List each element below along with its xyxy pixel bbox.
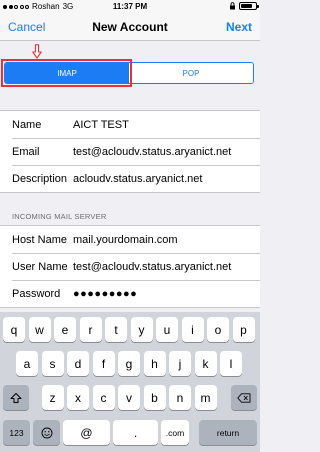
password-row[interactable]: Password ●●●●●●●●●	[0, 280, 260, 307]
key-l[interactable]: l	[220, 351, 242, 376]
key-v[interactable]: v	[118, 385, 140, 410]
emoji-icon	[41, 427, 52, 438]
key-p[interactable]: p	[232, 317, 255, 342]
user-name-field[interactable]: test@acloudv.status.aryanict.net	[73, 261, 231, 273]
key-h[interactable]: h	[143, 351, 166, 376]
host-name-field[interactable]: mail.yourdomain.com	[73, 234, 178, 246]
email-label: Email	[12, 145, 40, 158]
status-time: 11:37 PM	[112, 2, 148, 11]
password-label: Password	[12, 287, 61, 300]
period-key[interactable]: .	[113, 420, 158, 445]
delete-key[interactable]	[231, 385, 257, 410]
description-label: Description	[12, 172, 68, 185]
key-j[interactable]: j	[169, 351, 191, 376]
key-d[interactable]: d	[67, 351, 89, 376]
navigation-bar: Cancel New Account Next	[0, 13, 260, 41]
key-q[interactable]: q	[3, 317, 25, 342]
annotation-highlight-box	[1, 59, 132, 87]
emoji-key[interactable]	[33, 420, 60, 445]
host-name-row[interactable]: Host Name mail.yourdomain.com	[0, 226, 260, 253]
password-field[interactable]: ●●●●●●●●●	[73, 288, 137, 300]
key-s[interactable]: s	[41, 351, 64, 376]
user-name-row[interactable]: User Name test@acloudv.status.aryanict.n…	[0, 253, 260, 280]
key-x[interactable]: x	[67, 385, 89, 410]
battery-icon	[239, 2, 259, 10]
key-n[interactable]: n	[169, 385, 191, 410]
host-name-label: Host Name	[12, 233, 68, 246]
shift-icon	[10, 392, 22, 403]
key-w[interactable]: w	[28, 317, 51, 342]
name-label: Name	[12, 118, 42, 131]
name-field[interactable]: AICT TEST	[73, 119, 129, 131]
key-y[interactable]: y	[130, 317, 153, 342]
keyboard: q w e r t y u i o p a s d f g h j k l z …	[0, 312, 260, 452]
description-row[interactable]: Description acloudv.status.aryanict.net	[0, 165, 260, 192]
email-field[interactable]: test@acloudv.status.aryanict.net	[73, 146, 231, 158]
pop-segment[interactable]: POP	[129, 63, 253, 83]
return-key[interactable]: return	[199, 420, 257, 445]
incoming-mail-server-header: INCOMING MAIL SERVER	[12, 212, 107, 221]
rotation-lock-icon	[230, 2, 235, 10]
dot-com-key[interactable]: .com	[161, 420, 189, 445]
numbers-key[interactable]: 123	[3, 420, 30, 445]
key-o[interactable]: o	[207, 317, 229, 342]
annotation-arrow-icon	[32, 44, 42, 59]
key-a[interactable]: a	[16, 351, 38, 376]
key-b[interactable]: b	[143, 385, 166, 410]
next-button[interactable]: Next	[226, 20, 252, 34]
user-name-label: User Name	[12, 260, 68, 273]
at-key[interactable]: @	[63, 420, 110, 445]
key-k[interactable]: k	[194, 351, 217, 376]
key-r[interactable]: r	[79, 317, 102, 342]
status-bar: Roshan 3G 11:37 PM	[0, 0, 260, 13]
key-f[interactable]: f	[92, 351, 115, 376]
backspace-icon	[237, 392, 251, 403]
email-row[interactable]: Email test@acloudv.status.aryanict.net	[0, 138, 260, 165]
incoming-server-group: Host Name mail.yourdomain.com User Name …	[0, 225, 260, 308]
key-i[interactable]: i	[181, 317, 204, 342]
key-m[interactable]: m	[194, 385, 217, 410]
account-info-group: Name AICT TEST Email test@acloudv.status…	[0, 110, 260, 193]
page-title: New Account	[92, 20, 168, 34]
key-c[interactable]: c	[92, 385, 115, 410]
key-g[interactable]: g	[118, 351, 140, 376]
key-u[interactable]: u	[156, 317, 178, 342]
shift-key[interactable]	[3, 385, 29, 410]
description-field[interactable]: acloudv.status.aryanict.net	[73, 173, 202, 185]
key-t[interactable]: t	[105, 317, 127, 342]
status-right	[229, 2, 259, 10]
name-row[interactable]: Name AICT TEST	[0, 111, 260, 138]
key-z[interactable]: z	[41, 385, 64, 410]
key-e[interactable]: e	[54, 317, 76, 342]
